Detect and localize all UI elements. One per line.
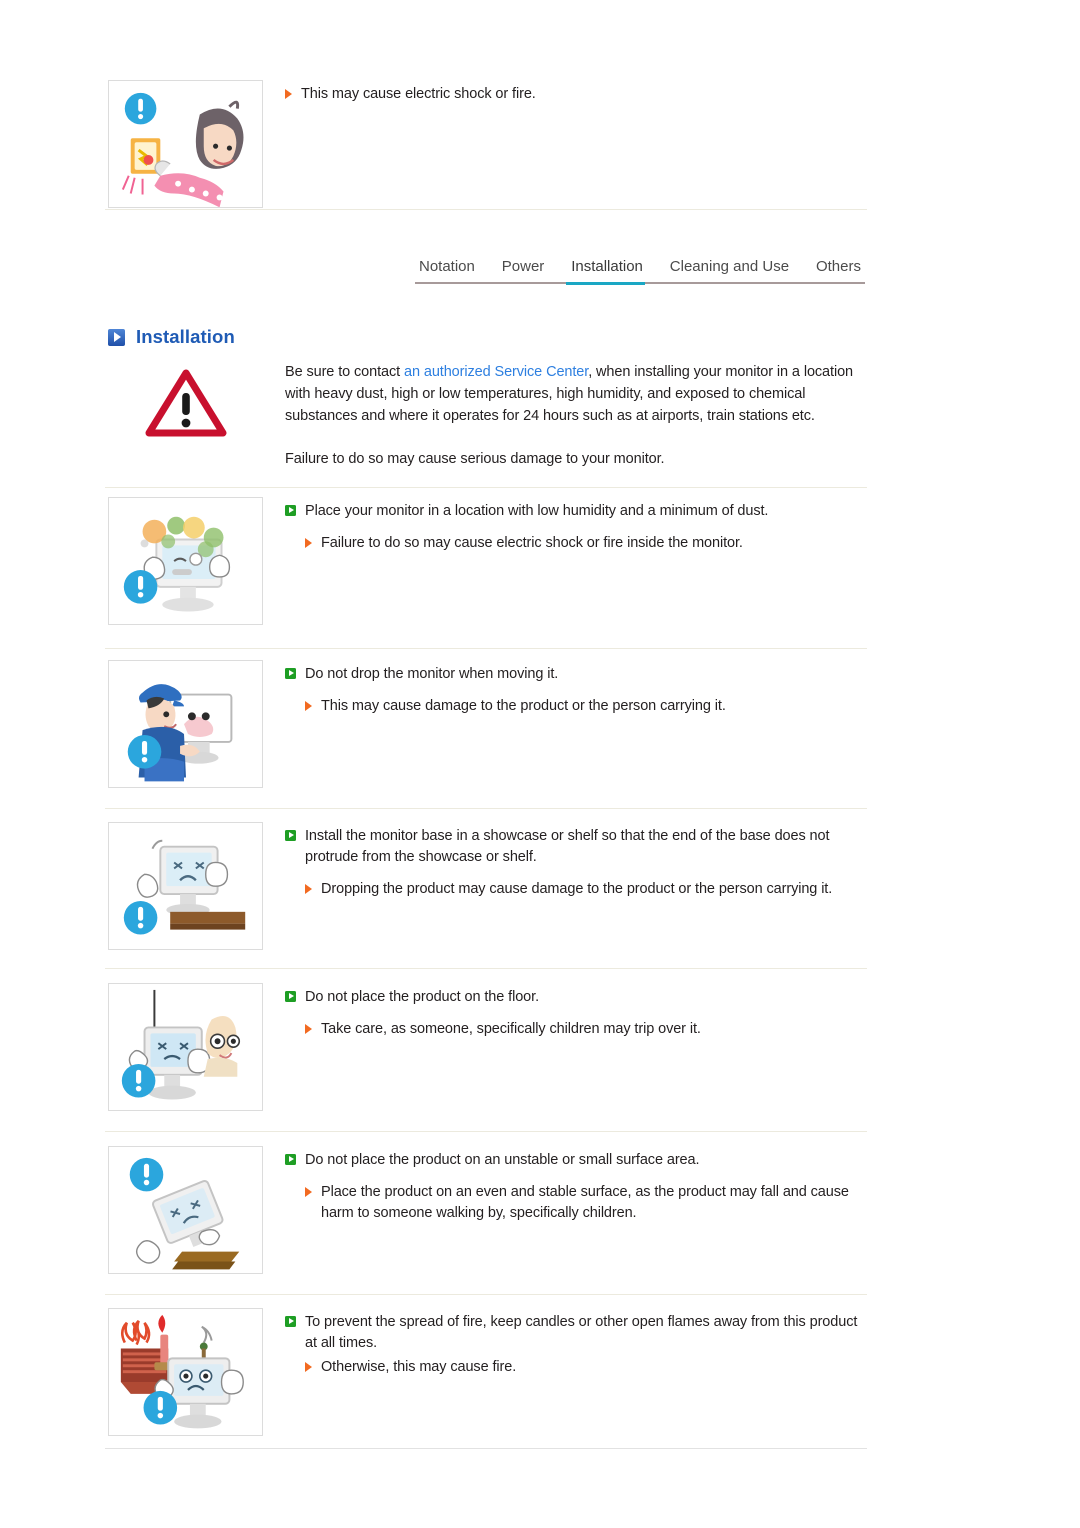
main-bullet-text: Do not place the product on an unstable … xyxy=(305,1152,700,1168)
main-bullet-item: Place your monitor in a location with lo… xyxy=(285,501,868,522)
sub-bullet-text: Otherwise, this may cause fire. xyxy=(321,1359,517,1376)
green-arrow-bullet-icon xyxy=(285,505,296,516)
sub-bullet-item: Otherwise, this may cause fire. xyxy=(305,1357,868,1378)
main-bullet-item: Install the monitor base in a showcase o… xyxy=(285,826,868,868)
section-divider xyxy=(105,487,867,488)
warning-paragraph-2: Failure to do so may cause serious damag… xyxy=(285,451,665,468)
page-title-label: Installation xyxy=(136,326,235,347)
section-text: Do not place the product on the floor. T… xyxy=(263,983,868,1040)
sub-bullet-item: This may cause electric shock or fire. xyxy=(285,84,868,105)
green-arrow-bullet-icon xyxy=(285,1154,296,1165)
section-text: Place your monitor in a location with lo… xyxy=(263,497,868,554)
tab-notation[interactable]: Notation xyxy=(419,258,475,275)
section-block: Install the monitor base in a showcase o… xyxy=(108,822,868,950)
section-text: Install the monitor base in a showcase o… xyxy=(263,822,868,900)
section-divider xyxy=(105,968,867,969)
section-block: Do not drop the monitor when moving it. … xyxy=(108,660,868,788)
green-arrow-bullet-icon xyxy=(285,991,296,1002)
green-arrow-bullet-icon xyxy=(285,830,296,841)
section-text: Do not drop the monitor when moving it. … xyxy=(263,660,868,717)
orange-triangle-bullet-icon xyxy=(305,884,312,895)
main-bullet-text: Place your monitor in a location with lo… xyxy=(305,503,769,519)
section-block: Do not place the product on the floor. T… xyxy=(108,983,868,1111)
orange-triangle-bullet-icon xyxy=(305,1024,312,1035)
illustration-candle-flames-monitor xyxy=(108,1308,263,1436)
warning-block: Be sure to contact an authorized Service… xyxy=(108,362,868,471)
warning-text-before-link: Be sure to contact xyxy=(285,364,404,380)
illustration-monitor-unstable-surface xyxy=(108,1146,263,1274)
top-notice-text: This may cause electric shock or fire. xyxy=(263,80,868,105)
warning-paragraph-1: Be sure to contact an authorized Service… xyxy=(285,362,868,427)
orange-triangle-bullet-icon xyxy=(305,701,312,712)
illustration-monitor-on-floor xyxy=(108,983,263,1111)
sub-bullet-text: Failure to do so may cause electric shoc… xyxy=(321,535,743,552)
service-center-link[interactable]: an authorized Service Center xyxy=(404,364,588,380)
main-bullet-item: Do not place the product on the floor. xyxy=(285,987,868,1008)
section-divider xyxy=(105,209,867,210)
section-divider xyxy=(105,808,867,809)
main-bullet-text: Do not drop the monitor when moving it. xyxy=(305,666,559,682)
illustration-monitor-on-shelf xyxy=(108,822,263,950)
section-block: Do not place the product on an unstable … xyxy=(108,1146,868,1274)
orange-triangle-bullet-icon xyxy=(285,89,292,99)
green-arrow-bullet-icon xyxy=(285,1316,296,1327)
section-divider xyxy=(105,648,867,649)
sub-bullet-text: This may cause damage to the product or … xyxy=(321,698,726,715)
main-bullet-text: To prevent the spread of fire, keep cand… xyxy=(305,1314,858,1352)
warning-triangle-icon xyxy=(108,362,263,438)
warning-text: Be sure to contact an authorized Service… xyxy=(263,362,868,471)
main-bullet-text: Install the monitor base in a showcase o… xyxy=(305,828,830,866)
sub-bullet-item: Take care, as someone, specifically chil… xyxy=(305,1019,868,1040)
main-bullet-item: Do not drop the monitor when moving it. xyxy=(285,664,868,685)
section-text: To prevent the spread of fire, keep cand… xyxy=(263,1308,868,1378)
sub-bullet-text: Take care, as someone, specifically chil… xyxy=(321,1021,701,1038)
main-bullet-text: Do not place the product on the floor. xyxy=(305,989,539,1005)
main-bullet-item: Do not place the product on an unstable … xyxy=(285,1150,868,1171)
top-notice-block: This may cause electric shock or fire. xyxy=(108,80,868,208)
sub-bullet-item: This may cause damage to the product or … xyxy=(305,696,868,717)
section-block: To prevent the spread of fire, keep cand… xyxy=(108,1308,868,1436)
sub-bullet-item: Failure to do so may cause electric shoc… xyxy=(305,533,868,554)
section-divider xyxy=(105,1294,867,1295)
section-divider xyxy=(105,1448,867,1449)
play-square-icon xyxy=(108,328,125,346)
sub-bullet-text: Place the product on an even and stable … xyxy=(321,1184,849,1222)
section-block: Place your monitor in a location with lo… xyxy=(108,497,868,625)
sub-bullet-item: Place the product on an even and stable … xyxy=(305,1182,868,1224)
orange-triangle-bullet-icon xyxy=(305,538,312,549)
orange-triangle-bullet-icon xyxy=(305,1187,312,1198)
tab-navigation[interactable]: Notation Power Installation Cleaning and… xyxy=(415,258,865,285)
sub-bullet-text: Dropping the product may cause damage to… xyxy=(321,881,833,898)
orange-triangle-bullet-icon xyxy=(305,1362,312,1373)
manual-page: This may cause electric shock or fire. N… xyxy=(0,0,1080,1528)
illustration-dust-monitor xyxy=(108,497,263,625)
main-bullet-item: To prevent the spread of fire, keep cand… xyxy=(285,1312,868,1354)
active-tab-underline xyxy=(566,282,645,285)
page-title: Installation xyxy=(108,326,235,348)
tab-installation[interactable]: Installation xyxy=(571,258,643,275)
green-arrow-bullet-icon xyxy=(285,668,296,679)
sub-bullet-text: This may cause electric shock or fire. xyxy=(301,86,536,102)
sub-bullet-item: Dropping the product may cause damage to… xyxy=(305,879,868,900)
tab-others[interactable]: Others xyxy=(816,258,861,275)
illustration-carrying-monitor xyxy=(108,660,263,788)
tab-cleaning-and-use[interactable]: Cleaning and Use xyxy=(670,258,789,275)
illustration-outlet-shock xyxy=(108,80,263,208)
tab-power[interactable]: Power xyxy=(502,258,545,275)
section-text: Do not place the product on an unstable … xyxy=(263,1146,868,1224)
section-divider xyxy=(105,1131,867,1132)
tab-rule xyxy=(415,282,865,285)
